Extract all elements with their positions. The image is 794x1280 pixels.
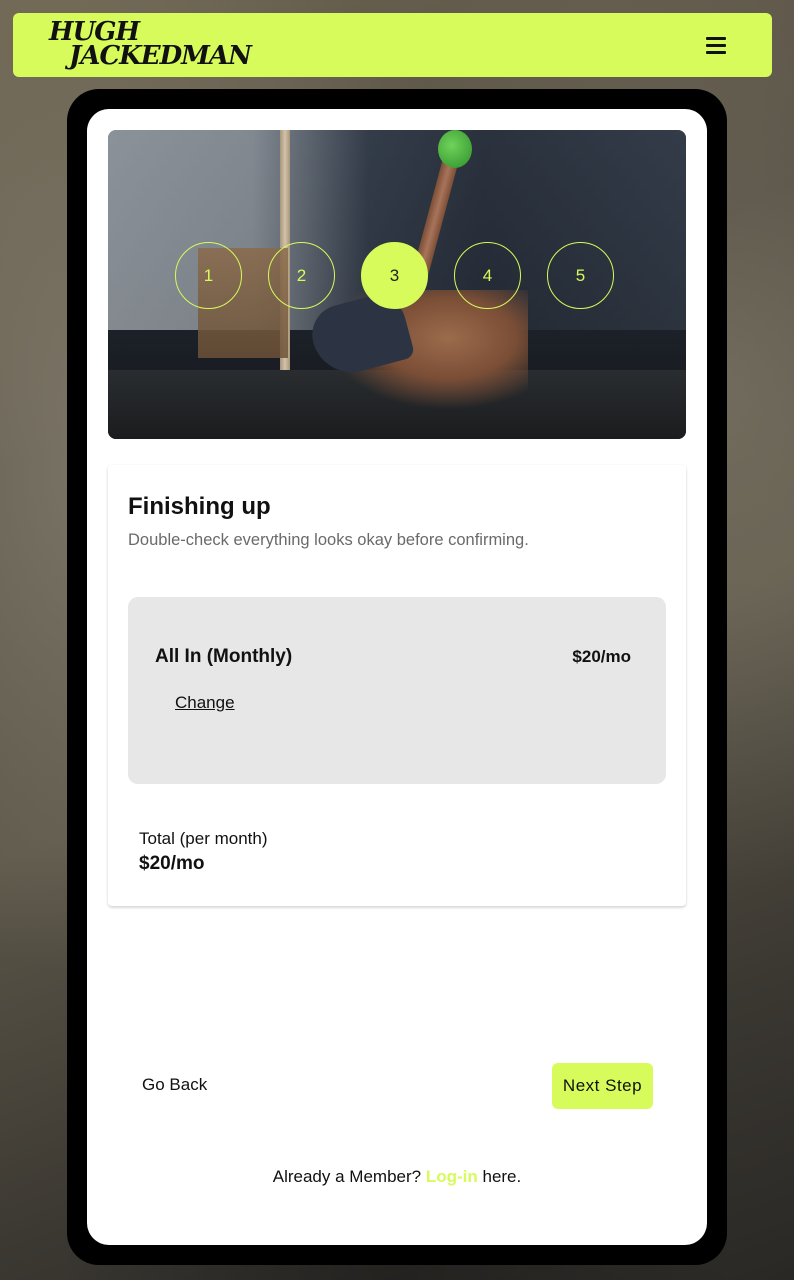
member-prefix: Already a Member? bbox=[272, 1167, 422, 1186]
step-5[interactable]: 5 bbox=[547, 242, 614, 309]
summary-card: Finishing up Double-check everything loo… bbox=[108, 465, 686, 906]
summary-title: Finishing up bbox=[128, 493, 271, 520]
hero-image: 1 2 3 4 5 bbox=[108, 130, 686, 439]
total-value: $20/mo bbox=[139, 853, 205, 874]
hamburger-menu-icon[interactable] bbox=[706, 37, 726, 55]
next-step-button[interactable]: Next Step bbox=[552, 1063, 653, 1109]
member-suffix: here. bbox=[482, 1167, 522, 1186]
selected-plan-box: All In (Monthly) $20/mo Change bbox=[128, 597, 666, 784]
summary-subtitle: Double-check everything looks okay befor… bbox=[128, 531, 529, 549]
step-1[interactable]: 1 bbox=[175, 242, 242, 309]
plan-price: $20/mo bbox=[572, 647, 631, 666]
kettlebell-image bbox=[438, 130, 472, 168]
change-plan-link[interactable]: Change bbox=[175, 693, 235, 713]
brand-logo[interactable]: HUGH JACKEDMAN bbox=[49, 19, 299, 72]
step-4[interactable]: 4 bbox=[454, 242, 521, 309]
step-2[interactable]: 2 bbox=[268, 242, 335, 309]
top-navigation-bar: HUGH JACKEDMAN bbox=[13, 13, 772, 77]
plan-name: All In (Monthly) bbox=[155, 646, 293, 667]
member-login-prompt: Already a Member? Log-in here. bbox=[87, 1167, 707, 1187]
step-3-active[interactable]: 3 bbox=[361, 242, 428, 309]
login-link[interactable]: Log-in bbox=[426, 1167, 478, 1186]
signup-screen: 1 2 3 4 5 Finishing up Double-check ever… bbox=[87, 109, 707, 1245]
logo-line-2: JACKEDMAN bbox=[69, 41, 252, 71]
total-label: Total (per month) bbox=[139, 829, 268, 848]
go-back-button[interactable]: Go Back bbox=[142, 1075, 207, 1095]
